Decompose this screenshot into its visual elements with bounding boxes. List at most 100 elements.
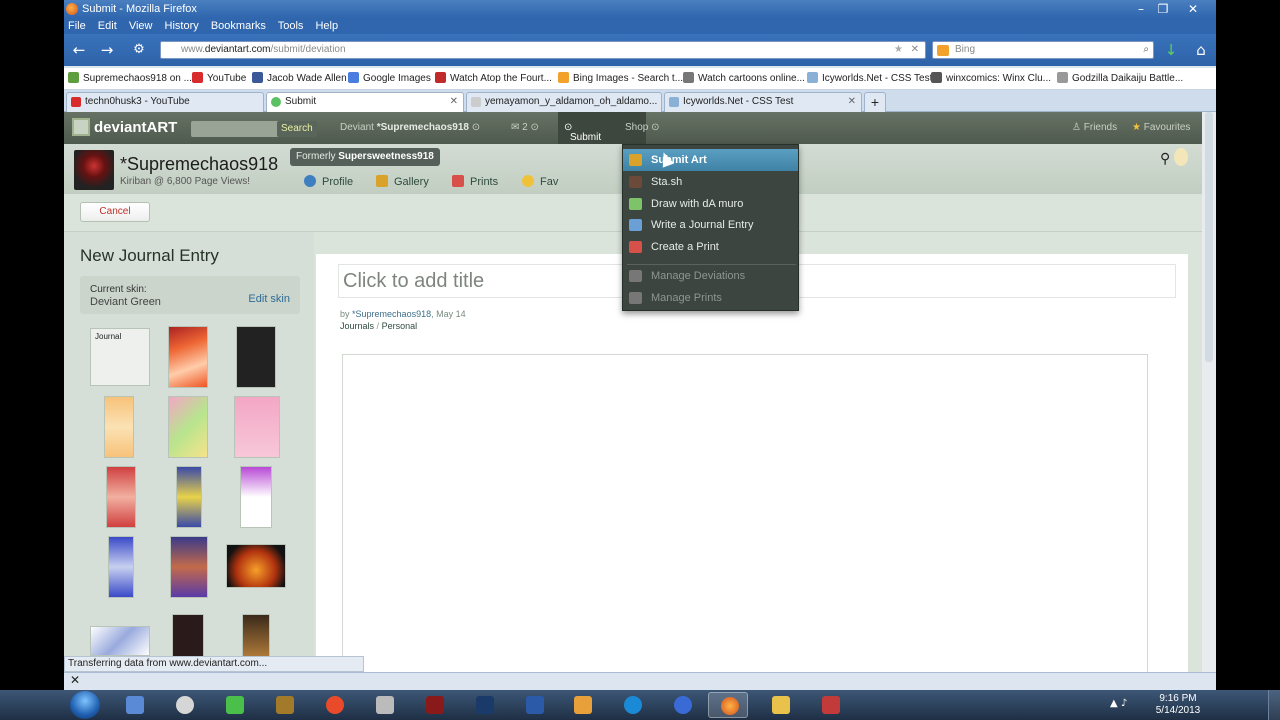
skin-thumbnail[interactable]	[104, 396, 134, 458]
download-icon[interactable]: ↓	[1160, 40, 1182, 60]
edit-skin-link[interactable]: Edit skin	[248, 293, 290, 305]
bookmark-item[interactable]: Watch Atop the Fourt...	[435, 68, 552, 89]
favourites-link[interactable]: ★ Favourites	[1132, 122, 1190, 133]
menu-tools[interactable]: Tools	[278, 20, 304, 32]
menu-item-print[interactable]: Create a Print	[623, 236, 798, 258]
taskbar-app[interactable]	[314, 692, 354, 718]
search-icon[interactable]: ⌕	[1143, 42, 1149, 58]
tab-close-icon[interactable]: ✕	[450, 93, 458, 111]
close-addon-bar-icon[interactable]: ✕	[70, 673, 80, 687]
skin-thumbnail-journal[interactable]: Journal	[90, 328, 150, 386]
bookmark-item[interactable]: YouTube	[192, 68, 246, 89]
bookmark-item[interactable]: Watch cartoons online...	[683, 68, 805, 89]
tab-icyworlds[interactable]: Icyworlds.Net - CSS Test ✕	[664, 92, 862, 112]
skin-thumbnail[interactable]	[106, 466, 136, 528]
system-tray[interactable]: ▲ ♪	[1110, 698, 1127, 709]
url-bar[interactable]: www.deviantart.com/submit/deviation ★ ✕	[160, 41, 926, 59]
deviant-menu[interactable]: Deviant *Supremechaos918 ⊙	[340, 122, 480, 133]
page-scrollbar[interactable]	[1202, 112, 1216, 672]
skin-thumbnail[interactable]	[242, 614, 270, 658]
skin-thumbnail[interactable]	[176, 466, 202, 528]
menu-edit[interactable]: Edit	[98, 20, 117, 32]
taskbar-firefox[interactable]	[708, 692, 748, 718]
menu-history[interactable]: History	[165, 20, 199, 32]
skin-thumbnail[interactable]	[240, 466, 272, 528]
taskbar-app[interactable]	[164, 692, 204, 718]
skin-thumbnail[interactable]	[168, 326, 208, 388]
gallery-link[interactable]: Gallery	[376, 175, 429, 188]
bookmark-item[interactable]: Godzilla Daikaiju Battle...	[1057, 68, 1183, 89]
da-search-button[interactable]: Search	[277, 121, 317, 137]
skin-thumbnail[interactable]	[234, 396, 280, 458]
reload-icon[interactable]: ⚙	[128, 40, 150, 60]
close-icon[interactable]: ✕	[1182, 0, 1204, 18]
bookmark-item[interactable]: Supremechaos918 on ...	[68, 68, 192, 89]
show-desktop-button[interactable]	[1268, 690, 1280, 720]
menu-item-submit-art[interactable]: Submit Art	[623, 149, 798, 171]
clock[interactable]: 9:16 PM 5/14/2013	[1150, 693, 1206, 717]
tab-close-icon[interactable]: ✕	[848, 93, 856, 111]
profile-link[interactable]: Profile	[304, 175, 353, 188]
menu-help[interactable]: Help	[315, 20, 338, 32]
bookmark-item[interactable]: Bing Images - Search t...	[558, 68, 683, 89]
profile-name[interactable]: *Supremechaos918	[120, 154, 278, 175]
minimize-icon[interactable]: –	[1130, 0, 1152, 18]
taskbar-app[interactable]	[414, 692, 454, 718]
maximize-icon[interactable]: ❐	[1152, 0, 1174, 18]
friends-link[interactable]: ♙ Friends	[1072, 122, 1117, 133]
taskbar-app[interactable]	[464, 692, 504, 718]
menu-item-manage-deviations[interactable]: Manage Deviations	[623, 265, 798, 287]
menu-bookmarks[interactable]: Bookmarks	[211, 20, 266, 32]
deviantart-logo[interactable]: deviantART	[72, 118, 177, 136]
menu-view[interactable]: View	[129, 20, 153, 32]
search-bar[interactable]: Bing ⌕	[932, 41, 1154, 59]
menu-item-journal[interactable]: Write a Journal Entry	[623, 214, 798, 236]
breadcrumb-journals[interactable]: Journals	[340, 321, 374, 331]
skin-thumbnail[interactable]	[172, 614, 204, 658]
skin-thumbnail[interactable]	[226, 544, 286, 588]
taskbar-app[interactable]	[264, 692, 304, 718]
bookmark-item[interactable]: Icyworlds.Net - CSS Test	[807, 68, 932, 89]
watch-icon[interactable]: ⚲	[1160, 150, 1170, 167]
taskbar-app[interactable]	[612, 692, 652, 718]
forward-icon[interactable]: →	[96, 40, 118, 60]
skin-thumbnail[interactable]	[90, 626, 150, 656]
taskbar-app[interactable]	[214, 692, 254, 718]
cancel-button[interactable]: Cancel	[80, 202, 150, 222]
bookmark-item[interactable]: winxcomics: Winx Clu...	[931, 68, 1051, 89]
taskbar-app[interactable]	[114, 692, 154, 718]
llama-icon[interactable]	[1174, 148, 1188, 166]
skin-thumbnail[interactable]	[168, 396, 208, 458]
tab-yemayamon[interactable]: yemayamon_y_aldamon_oh_aldamo...	[466, 92, 662, 112]
menu-item-manage-prints[interactable]: Manage Prints	[623, 287, 798, 309]
shop-menu[interactable]: Shop ⊙	[625, 122, 660, 133]
scrollbar-thumb[interactable]	[1205, 112, 1213, 362]
taskbar-app[interactable]	[562, 692, 602, 718]
messages-menu[interactable]: ✉ 2 ⊙	[511, 122, 539, 133]
avatar[interactable]	[74, 150, 114, 190]
menu-item-muro[interactable]: Draw with dA muro	[623, 193, 798, 215]
home-icon[interactable]: ⌂	[1190, 40, 1212, 60]
skin-thumbnail[interactable]	[170, 536, 208, 598]
start-button[interactable]	[70, 691, 100, 719]
author-link[interactable]: *Supremechaos918	[352, 309, 431, 319]
menu-item-stash[interactable]: Sta.sh	[623, 171, 798, 193]
prints-link[interactable]: Prints	[452, 175, 498, 188]
back-icon[interactable]: ←	[68, 40, 90, 60]
tab-youtube[interactable]: techn0husk3 - YouTube	[66, 92, 264, 112]
bookmark-star-icon[interactable]: ★	[894, 42, 903, 58]
journal-body-input[interactable]	[342, 354, 1148, 684]
stop-icon[interactable]: ✕	[911, 42, 919, 58]
new-tab-button[interactable]: +	[864, 92, 886, 112]
skin-thumbnail[interactable]	[108, 536, 134, 598]
taskbar-app[interactable]	[662, 692, 702, 718]
favourites-tab-link[interactable]: Fav	[522, 175, 558, 188]
bookmark-item[interactable]: Google Images	[348, 68, 431, 89]
taskbar-app[interactable]	[514, 692, 554, 718]
taskbar-app[interactable]	[760, 692, 800, 718]
menu-file[interactable]: File	[68, 20, 86, 32]
breadcrumb-personal[interactable]: Personal	[382, 321, 418, 331]
taskbar-app[interactable]	[810, 692, 850, 718]
skin-thumbnail[interactable]	[236, 326, 276, 388]
taskbar-app[interactable]	[364, 692, 404, 718]
